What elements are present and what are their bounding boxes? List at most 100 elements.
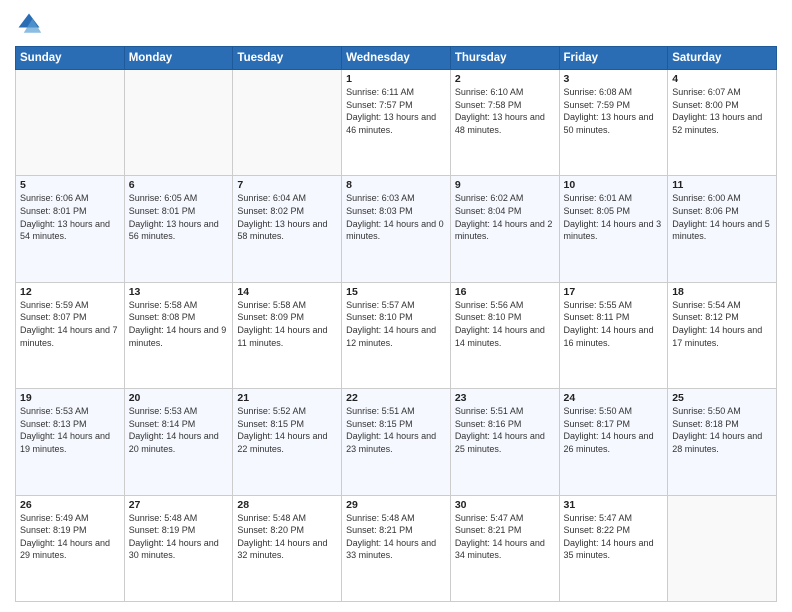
day-info: Sunrise: 6:11 AMSunset: 7:57 PMDaylight:… (346, 86, 446, 136)
weekday-header-sunday: Sunday (16, 47, 125, 70)
day-number: 2 (455, 73, 555, 85)
calendar-cell: 16Sunrise: 5:56 AMSunset: 8:10 PMDayligh… (450, 282, 559, 388)
weekday-header-saturday: Saturday (668, 47, 777, 70)
day-info: Sunrise: 5:47 AMSunset: 8:21 PMDaylight:… (455, 512, 555, 562)
calendar-cell: 25Sunrise: 5:50 AMSunset: 8:18 PMDayligh… (668, 389, 777, 495)
day-info: Sunrise: 5:57 AMSunset: 8:10 PMDaylight:… (346, 299, 446, 349)
calendar-cell (16, 70, 125, 176)
day-info: Sunrise: 5:53 AMSunset: 8:14 PMDaylight:… (129, 405, 229, 455)
day-info: Sunrise: 5:54 AMSunset: 8:12 PMDaylight:… (672, 299, 772, 349)
day-number: 19 (20, 392, 120, 404)
day-number: 28 (237, 499, 337, 511)
calendar-cell: 29Sunrise: 5:48 AMSunset: 8:21 PMDayligh… (342, 495, 451, 601)
calendar-cell: 7Sunrise: 6:04 AMSunset: 8:02 PMDaylight… (233, 176, 342, 282)
header (15, 10, 777, 38)
calendar-cell: 21Sunrise: 5:52 AMSunset: 8:15 PMDayligh… (233, 389, 342, 495)
day-info: Sunrise: 5:48 AMSunset: 8:21 PMDaylight:… (346, 512, 446, 562)
day-info: Sunrise: 6:03 AMSunset: 8:03 PMDaylight:… (346, 192, 446, 242)
calendar-cell (668, 495, 777, 601)
calendar-cell: 15Sunrise: 5:57 AMSunset: 8:10 PMDayligh… (342, 282, 451, 388)
calendar-cell: 24Sunrise: 5:50 AMSunset: 8:17 PMDayligh… (559, 389, 668, 495)
week-row-3: 12Sunrise: 5:59 AMSunset: 8:07 PMDayligh… (16, 282, 777, 388)
calendar-cell: 3Sunrise: 6:08 AMSunset: 7:59 PMDaylight… (559, 70, 668, 176)
day-info: Sunrise: 5:55 AMSunset: 8:11 PMDaylight:… (564, 299, 664, 349)
day-info: Sunrise: 6:08 AMSunset: 7:59 PMDaylight:… (564, 86, 664, 136)
weekday-header-thursday: Thursday (450, 47, 559, 70)
day-info: Sunrise: 6:01 AMSunset: 8:05 PMDaylight:… (564, 192, 664, 242)
day-info: Sunrise: 6:06 AMSunset: 8:01 PMDaylight:… (20, 192, 120, 242)
day-info: Sunrise: 5:58 AMSunset: 8:09 PMDaylight:… (237, 299, 337, 349)
day-number: 21 (237, 392, 337, 404)
day-number: 11 (672, 179, 772, 191)
day-number: 20 (129, 392, 229, 404)
calendar-cell: 23Sunrise: 5:51 AMSunset: 8:16 PMDayligh… (450, 389, 559, 495)
week-row-1: 1Sunrise: 6:11 AMSunset: 7:57 PMDaylight… (16, 70, 777, 176)
day-number: 12 (20, 286, 120, 298)
day-number: 6 (129, 179, 229, 191)
week-row-2: 5Sunrise: 6:06 AMSunset: 8:01 PMDaylight… (16, 176, 777, 282)
day-number: 5 (20, 179, 120, 191)
day-number: 17 (564, 286, 664, 298)
day-number: 25 (672, 392, 772, 404)
calendar-cell: 4Sunrise: 6:07 AMSunset: 8:00 PMDaylight… (668, 70, 777, 176)
day-number: 13 (129, 286, 229, 298)
calendar-cell: 27Sunrise: 5:48 AMSunset: 8:19 PMDayligh… (124, 495, 233, 601)
day-info: Sunrise: 6:02 AMSunset: 8:04 PMDaylight:… (455, 192, 555, 242)
day-info: Sunrise: 6:05 AMSunset: 8:01 PMDaylight:… (129, 192, 229, 242)
day-number: 1 (346, 73, 446, 85)
calendar-cell: 14Sunrise: 5:58 AMSunset: 8:09 PMDayligh… (233, 282, 342, 388)
calendar-cell: 31Sunrise: 5:47 AMSunset: 8:22 PMDayligh… (559, 495, 668, 601)
day-info: Sunrise: 5:51 AMSunset: 8:15 PMDaylight:… (346, 405, 446, 455)
calendar-cell: 26Sunrise: 5:49 AMSunset: 8:19 PMDayligh… (16, 495, 125, 601)
day-info: Sunrise: 5:58 AMSunset: 8:08 PMDaylight:… (129, 299, 229, 349)
weekday-header-tuesday: Tuesday (233, 47, 342, 70)
calendar-cell: 10Sunrise: 6:01 AMSunset: 8:05 PMDayligh… (559, 176, 668, 282)
calendar-cell (233, 70, 342, 176)
calendar-cell: 11Sunrise: 6:00 AMSunset: 8:06 PMDayligh… (668, 176, 777, 282)
weekday-header-monday: Monday (124, 47, 233, 70)
day-info: Sunrise: 5:49 AMSunset: 8:19 PMDaylight:… (20, 512, 120, 562)
day-number: 31 (564, 499, 664, 511)
day-number: 24 (564, 392, 664, 404)
day-info: Sunrise: 5:51 AMSunset: 8:16 PMDaylight:… (455, 405, 555, 455)
calendar-cell: 28Sunrise: 5:48 AMSunset: 8:20 PMDayligh… (233, 495, 342, 601)
calendar-table: SundayMondayTuesdayWednesdayThursdayFrid… (15, 46, 777, 602)
day-number: 29 (346, 499, 446, 511)
day-number: 18 (672, 286, 772, 298)
weekday-header-row: SundayMondayTuesdayWednesdayThursdayFrid… (16, 47, 777, 70)
calendar-cell: 12Sunrise: 5:59 AMSunset: 8:07 PMDayligh… (16, 282, 125, 388)
day-number: 27 (129, 499, 229, 511)
calendar-cell: 8Sunrise: 6:03 AMSunset: 8:03 PMDaylight… (342, 176, 451, 282)
day-info: Sunrise: 5:47 AMSunset: 8:22 PMDaylight:… (564, 512, 664, 562)
day-info: Sunrise: 6:04 AMSunset: 8:02 PMDaylight:… (237, 192, 337, 242)
day-number: 30 (455, 499, 555, 511)
calendar-cell: 30Sunrise: 5:47 AMSunset: 8:21 PMDayligh… (450, 495, 559, 601)
calendar-cell (124, 70, 233, 176)
day-number: 15 (346, 286, 446, 298)
day-number: 3 (564, 73, 664, 85)
day-number: 14 (237, 286, 337, 298)
weekday-header-wednesday: Wednesday (342, 47, 451, 70)
day-info: Sunrise: 5:59 AMSunset: 8:07 PMDaylight:… (20, 299, 120, 349)
day-number: 9 (455, 179, 555, 191)
day-number: 16 (455, 286, 555, 298)
week-row-5: 26Sunrise: 5:49 AMSunset: 8:19 PMDayligh… (16, 495, 777, 601)
logo (15, 10, 47, 38)
calendar-cell: 17Sunrise: 5:55 AMSunset: 8:11 PMDayligh… (559, 282, 668, 388)
day-number: 26 (20, 499, 120, 511)
calendar-cell: 22Sunrise: 5:51 AMSunset: 8:15 PMDayligh… (342, 389, 451, 495)
calendar-cell: 9Sunrise: 6:02 AMSunset: 8:04 PMDaylight… (450, 176, 559, 282)
calendar-cell: 5Sunrise: 6:06 AMSunset: 8:01 PMDaylight… (16, 176, 125, 282)
calendar-cell: 19Sunrise: 5:53 AMSunset: 8:13 PMDayligh… (16, 389, 125, 495)
calendar-cell: 18Sunrise: 5:54 AMSunset: 8:12 PMDayligh… (668, 282, 777, 388)
day-info: Sunrise: 5:48 AMSunset: 8:19 PMDaylight:… (129, 512, 229, 562)
day-info: Sunrise: 5:50 AMSunset: 8:17 PMDaylight:… (564, 405, 664, 455)
day-info: Sunrise: 5:48 AMSunset: 8:20 PMDaylight:… (237, 512, 337, 562)
day-number: 4 (672, 73, 772, 85)
day-info: Sunrise: 5:52 AMSunset: 8:15 PMDaylight:… (237, 405, 337, 455)
calendar-cell: 6Sunrise: 6:05 AMSunset: 8:01 PMDaylight… (124, 176, 233, 282)
day-number: 22 (346, 392, 446, 404)
day-info: Sunrise: 6:10 AMSunset: 7:58 PMDaylight:… (455, 86, 555, 136)
day-number: 7 (237, 179, 337, 191)
day-info: Sunrise: 5:56 AMSunset: 8:10 PMDaylight:… (455, 299, 555, 349)
